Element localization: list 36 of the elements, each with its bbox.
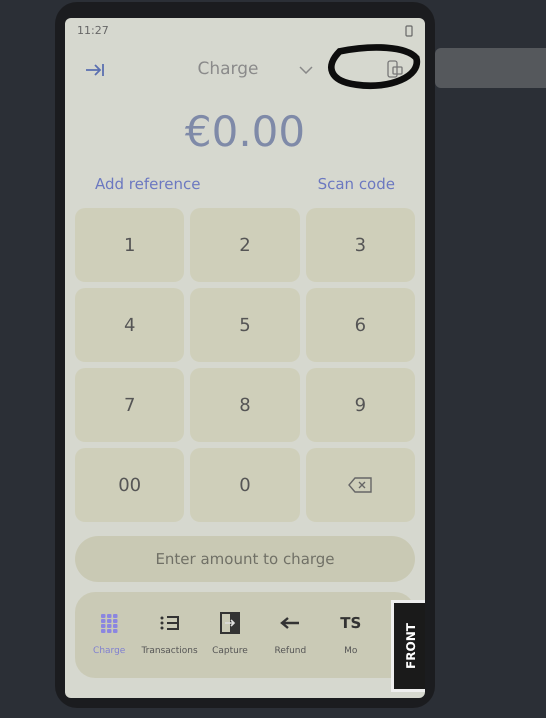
status-time: 11:27 xyxy=(77,22,109,39)
tab-label: Charge xyxy=(93,645,126,658)
nav-tab[interactable]: TS Mo xyxy=(320,611,381,659)
chevron-down-icon xyxy=(298,66,312,74)
arrow-left-icon xyxy=(280,617,300,630)
keypad-key[interactable]: 6 xyxy=(306,288,415,362)
tab-label: Capture xyxy=(212,645,248,658)
tab-label: Transactions xyxy=(141,645,198,658)
nav-tab[interactable]: Capture xyxy=(200,611,260,659)
sticker-label: FRONT xyxy=(403,623,419,669)
keypad-key[interactable]: 3 xyxy=(306,208,415,282)
arrow-to-bar-icon xyxy=(85,63,105,77)
mode-dropdown[interactable]: Charge xyxy=(197,57,312,83)
keypad-key[interactable]: 4 xyxy=(75,288,184,362)
nav-tab[interactable]: Transactions xyxy=(140,611,200,659)
action-link[interactable]: Add reference xyxy=(95,172,200,196)
amount-display: €0.00 xyxy=(184,106,306,158)
tab-icon-text: TS xyxy=(340,613,362,634)
list-icon xyxy=(160,615,180,632)
phone-card-icon xyxy=(386,60,403,80)
tab-label: Mo xyxy=(344,645,358,658)
tab-label: Refund xyxy=(274,645,306,658)
amount-field[interactable]: Enter amount to charge xyxy=(75,536,415,582)
nav-tab[interactable]: Refund xyxy=(260,611,320,659)
keypad-key[interactable]: 2 xyxy=(190,208,300,282)
keypad-key[interactable]: 00 xyxy=(75,448,184,522)
keypad-key[interactable]: 7 xyxy=(75,368,184,442)
keypad-key[interactable]: 5 xyxy=(190,288,300,362)
keypad-key[interactable]: 8 xyxy=(190,368,300,442)
keypad-key[interactable]: 1 xyxy=(75,208,184,282)
battery-icon xyxy=(405,25,413,37)
keypad-key[interactable]: 9 xyxy=(306,368,415,442)
action-link[interactable]: Scan code xyxy=(318,172,395,196)
keypad-key[interactable]: 0 xyxy=(190,448,300,522)
backspace-icon xyxy=(348,477,372,493)
keypad-grid-icon xyxy=(100,614,118,633)
